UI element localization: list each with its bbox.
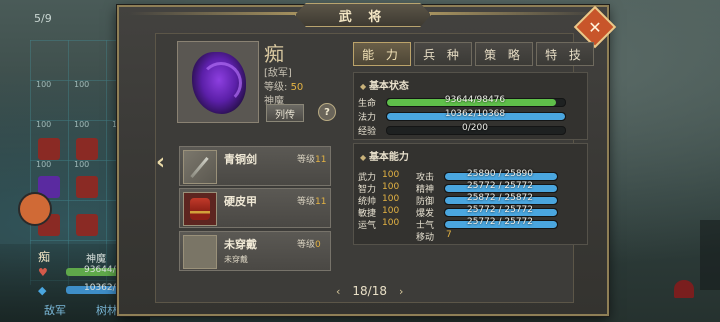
biography-button[interactable]: 列传 — [266, 104, 304, 122]
mp-value: 10362/10368 — [444, 109, 506, 119]
armor-icon — [183, 192, 217, 226]
equipment-name: 未穿戴 — [224, 238, 257, 251]
pager-prev-icon[interactable]: ‹ — [336, 285, 340, 298]
enemy-unit-icon[interactable] — [76, 176, 98, 198]
equipment-name: 硬皮甲 — [224, 195, 257, 208]
dialog-title: 武 将 — [338, 9, 388, 25]
enemy-unit-icon[interactable] — [76, 214, 98, 236]
equipment-level-value: 0 — [315, 240, 321, 250]
ability-label: 运气 — [358, 221, 377, 231]
basic-status-panel: 基本状态 生命 93644/98476 法力 10362/10368 经验 0/… — [353, 72, 588, 140]
hero-faction: [敌军] — [264, 68, 292, 79]
heart-icon: ♥ — [38, 266, 48, 279]
tab-special-skill[interactable]: 特 技 — [536, 42, 594, 66]
combat-value: 25772 / 25772 — [466, 217, 533, 227]
equipment-slot-accessory[interactable]: 未穿戴 未穿戴 等级0 — [179, 231, 331, 271]
map-cell-number: 100 — [74, 120, 90, 129]
equipment-level: 等级11 — [297, 194, 326, 207]
map-cell-number: 100 — [36, 80, 52, 89]
exp-label: 经验 — [358, 127, 377, 137]
combat-value: 25872 / 25872 — [466, 193, 533, 203]
close-icon: ✕ — [588, 17, 602, 37]
sword-icon — [183, 150, 217, 184]
portrait-swirl — [200, 62, 242, 104]
equipment-level-label: 等级 — [297, 240, 316, 250]
hero-name: 痴 — [264, 42, 284, 66]
move-label: 移动 — [416, 233, 435, 243]
enemy-unit-icon[interactable] — [76, 138, 98, 160]
equipment-slot-armor[interactable]: 硬皮甲 等级11 — [179, 188, 331, 228]
hp-value: 93644/98476 — [444, 95, 506, 105]
equipment-level-value: 11 — [315, 155, 327, 165]
info-tabs: 能 力 兵 种 策 略 特 技 — [353, 42, 594, 66]
mp-label: 法力 — [358, 113, 377, 123]
combat-value: 25890 / 25890 — [466, 169, 533, 179]
help-icon[interactable]: ? — [318, 103, 336, 121]
unit-name: 痴 — [38, 250, 51, 264]
basic-ability-header: 基本能力 — [360, 148, 409, 163]
hero-level: 等级: 50 — [264, 78, 303, 93]
map-cell-number: 100 — [74, 80, 90, 89]
equipment-slot-weapon[interactable]: 青铜剑 等级11 — [179, 146, 331, 186]
tab-strategy[interactable]: 策 略 — [475, 42, 533, 66]
hero-portrait — [177, 41, 259, 123]
map-page-count: 5/9 — [34, 12, 52, 25]
exp-value: 0/200 — [462, 123, 488, 133]
equipment-level-label: 等级 — [297, 155, 316, 165]
equipment-level: 等级0 — [297, 237, 321, 250]
empty-slot-icon — [183, 235, 217, 269]
general-pager: ‹ 18/18 › — [336, 284, 403, 298]
basic-ability-panel: 基本能力 武力 100 智力 100 统帅 100 敏捷 100 运气 100 … — [353, 143, 588, 245]
equipment-level-label: 等级 — [297, 197, 316, 207]
hero-level-value: 50 — [290, 82, 304, 93]
ability-value: 100 — [382, 206, 400, 216]
tab-troop-type[interactable]: 兵 种 — [414, 42, 472, 66]
title-ornament-right — [429, 12, 599, 15]
map-cell-number: 100 — [74, 160, 90, 169]
ability-value: 100 — [382, 182, 400, 192]
equipment-description: 未穿戴 — [224, 255, 248, 264]
map-unit-icon[interactable] — [674, 280, 694, 298]
combat-value: 25772 / 25772 — [466, 181, 533, 191]
previous-general-arrow-icon[interactable]: ‹ — [156, 150, 165, 175]
title-ornament-left — [129, 12, 299, 15]
tab-ability[interactable]: 能 力 — [353, 42, 411, 66]
combat-value: 25772 / 25772 — [466, 205, 533, 215]
unit-terrain: 树林 — [96, 304, 118, 317]
hp-label: 生命 — [358, 99, 377, 109]
ability-value: 100 — [382, 218, 400, 228]
map-cell-number: 100 — [36, 160, 52, 169]
ability-value: 100 — [382, 194, 400, 204]
side-menu-toggle-icon[interactable] — [18, 192, 52, 226]
pager-next-icon[interactable]: › — [399, 285, 403, 298]
pager-text: 18/18 — [352, 284, 387, 298]
mana-icon: ◆ — [38, 284, 47, 297]
ability-value: 100 — [382, 170, 400, 180]
equipment-name: 青铜剑 — [224, 153, 257, 166]
dialog-title-plate: 武 将 — [295, 3, 431, 27]
unit-faction: 敌军 — [44, 304, 66, 317]
equipment-level-value: 11 — [315, 197, 327, 207]
equipment-level: 等级11 — [297, 152, 326, 165]
unit-class: 神魔 — [86, 254, 106, 265]
basic-status-header: 基本状态 — [360, 77, 409, 92]
enemy-unit-icon[interactable] — [38, 138, 60, 160]
move-value: 7 — [446, 230, 452, 240]
map-cell-number: 100 — [36, 120, 52, 129]
right-edge-panel — [700, 220, 720, 290]
